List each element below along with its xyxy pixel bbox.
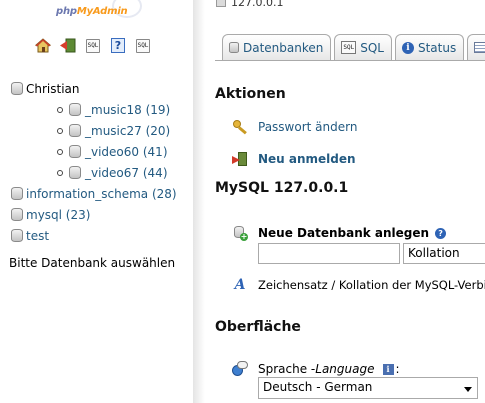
relogin-action[interactable]: Neu anmelden [232,151,356,167]
charset-row: A Zeichensatz / Kollation der MySQL-Verb… [232,277,485,293]
info-icon[interactable]: i [382,363,394,375]
list-icon [474,42,485,53]
db-item-label: information_schema (28) [26,186,177,201]
database-icon [69,124,81,137]
language-select[interactable]: Deutsch - German [258,377,478,399]
phpmyadmin-logo[interactable]: phpMyAdmin [56,6,128,17]
breadcrumb: 127.0.0.1 [216,0,283,9]
db-item-label: test [26,228,50,243]
db-item-label: mysql (23) [26,207,91,222]
language-label: Sprache - [258,362,316,376]
logo-text-php: php [56,6,77,17]
select-database-hint: Bitte Datenbank auswählen [9,256,176,270]
tab-status[interactable]: i Status [394,34,465,60]
mysql-server-heading: MySQL 127.0.0.1 [215,180,349,196]
bullet-icon [57,106,63,113]
sql-query-icon-text: SQL [85,38,101,53]
database-icon [229,42,239,53]
db-subitem-video67[interactable]: _video67 (44) [57,162,193,183]
db-subitem-label: _video60 (41) [85,144,168,159]
database-icon [11,187,23,200]
navigation-panel: phpMyAdmin SQL ? SQL Christian _music18 … [0,0,193,403]
language-icon [232,361,248,377]
sql-docs-icon[interactable]: SQL [134,37,152,54]
language-select-value: Deutsch - German [263,380,373,394]
db-item-test[interactable]: test [0,225,193,246]
tab-more[interactable] [467,34,485,60]
frame-divider[interactable] [193,0,205,403]
db-subitem-music27[interactable]: _music27 (20) [57,120,193,141]
language-colon: : [395,362,400,376]
tab-sql[interactable]: SQL SQL [334,34,392,60]
tab-label: SQL [360,40,384,55]
info-icon: i [401,41,414,54]
logout-icon[interactable] [59,37,77,54]
chevron-down-icon [464,387,472,392]
sql-query-icon[interactable]: SQL [84,37,102,54]
db-subitem-music18[interactable]: _music18 (19) [57,99,193,120]
db-subitem-label: _music18 (19) [85,102,171,117]
db-subitem-video60[interactable]: _video60 (41) [57,141,193,162]
db-item-mysql[interactable]: mysql (23) [0,204,193,225]
language-label-row: Sprache - Language i : [232,361,400,377]
create-database-label: Neue Datenbank anlegen [258,226,430,240]
change-password-action[interactable]: Passwort ändern [232,119,357,135]
nav-icon-bar: SQL ? SQL [34,37,152,54]
server-icon [216,0,226,7]
tab-label: Status [417,40,457,55]
main-content: 127.0.0.1 Datenbanken SQL SQL i Status A… [205,0,485,403]
sql-docs-icon-text: SQL [135,38,151,53]
database-icon [11,229,23,242]
db-item-information-schema[interactable]: information_schema (28) [0,183,193,204]
db-subitem-label: _video67 (44) [85,165,168,180]
relogin-link[interactable]: Neu anmelden [258,152,356,166]
help-icon[interactable]: ? [109,37,127,54]
charset-icon: A [234,277,246,293]
database-icon [69,166,81,179]
sql-icon: SQL [341,41,357,54]
tab-bar: Datenbanken SQL SQL i Status [222,34,485,60]
db-item-label: Christian [26,81,80,96]
db-item-christian[interactable]: Christian [0,78,193,99]
database-tree: Christian _music18 (19) _music27 (20) _v… [0,78,193,246]
tab-label: Datenbanken [243,40,324,55]
collation-select[interactable]: Kollation [403,243,485,264]
new-database-icon: + [232,225,248,241]
change-password-link[interactable]: Passwort ändern [258,120,357,134]
language-label-english: Language [315,362,375,376]
server-breadcrumb-label[interactable]: 127.0.0.1 [231,0,283,9]
tab-bar-border [215,60,485,61]
key-icon [232,119,248,135]
actions-heading: Aktionen [215,86,286,102]
interface-heading: Oberfläche [215,319,301,335]
logo-text-myadmin: MyAdmin [76,6,128,17]
database-icon [11,82,23,95]
bullet-icon [57,169,63,176]
home-icon[interactable] [34,37,52,54]
database-icon [69,145,81,158]
charset-collation-label: Zeichensatz / Kollation der MySQL-Verbin… [258,278,485,292]
database-icon [69,103,81,116]
create-database-label-row: + Neue Datenbank anlegen ? [232,225,447,241]
tab-databases[interactable]: Datenbanken [222,34,332,60]
bullet-icon [57,148,63,155]
help-icon-text: ? [111,38,125,53]
help-icon[interactable]: ? [435,227,447,239]
db-subitem-label: _music27 (20) [85,123,171,138]
database-icon [11,208,23,221]
relogin-icon [232,151,248,167]
db-sublist: _music18 (19) _music27 (20) _video60 (41… [0,99,193,183]
new-database-name-input[interactable] [258,243,400,264]
bullet-icon [57,127,63,134]
